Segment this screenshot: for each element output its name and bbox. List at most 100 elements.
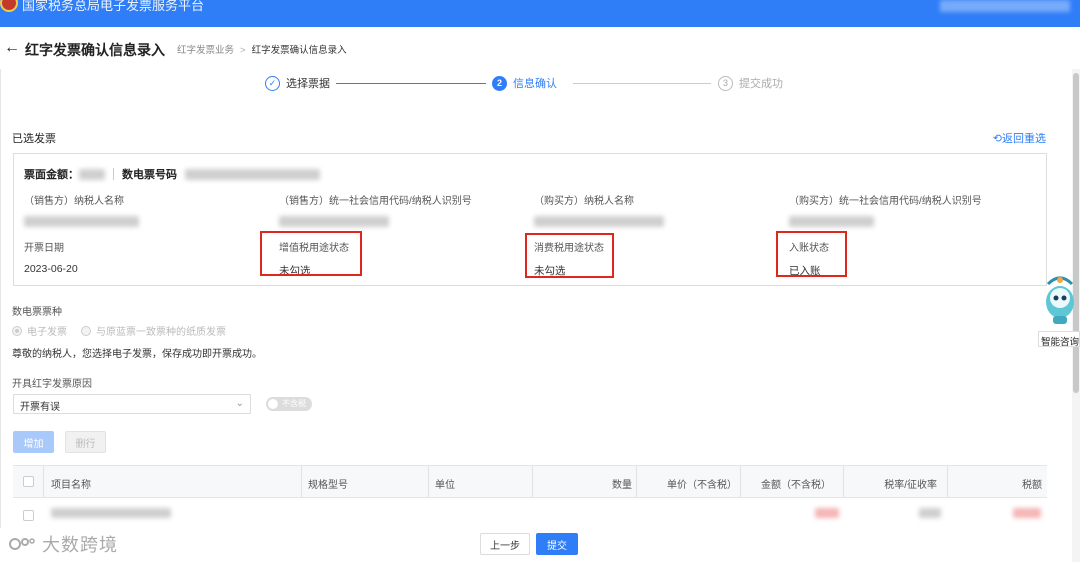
toggle-knob: [268, 399, 278, 409]
divider: [113, 168, 114, 180]
reason-select[interactable]: 开票有误 ⌄: [13, 394, 251, 414]
highlight-box: [260, 231, 362, 276]
smart-assistant-widget[interactable]: 智能咨询: [1038, 272, 1080, 352]
step-check-icon: ✓: [265, 75, 280, 91]
radio-electronic-label: 电子发票: [27, 327, 67, 338]
seller-name-field: （销售方）纳税人名称: [24, 192, 139, 230]
step-number: 2: [492, 75, 507, 91]
buyer-name-blurred: [534, 216, 664, 227]
toggle-label: 不含税: [282, 399, 306, 408]
user-info-blurred[interactable]: [940, 0, 1070, 12]
step-label: 提交成功: [739, 78, 783, 90]
col-spec: 规格型号: [308, 480, 348, 491]
invoice-info-card: 票面金额： 数电票号码 （销售方）纳税人名称 （销售方）统一社会信用代码/纳税人…: [13, 153, 1047, 286]
step-confirm-info: 2 信息确认: [492, 75, 557, 91]
table-row[interactable]: [13, 498, 1047, 528]
site-title: 国家税务总局电子发票服务平台: [22, 0, 205, 13]
breadcrumb-current: 红字发票确认信息录入: [251, 45, 347, 56]
amount-blurred: [815, 508, 839, 518]
step-connector: [573, 83, 711, 84]
col-unit-price: 单价（不含税）: [667, 480, 737, 491]
page-header: ← 红字发票确认信息录入 红字发票业务 > 红字发票确认信息录入: [0, 27, 1080, 69]
buyer-name-field: （购买方）纳税人名称: [534, 192, 664, 230]
buyer-id-field: （购买方）统一社会信用代码/纳税人识别号: [789, 192, 982, 230]
issue-date-field: 开票日期 2023-06-20: [24, 239, 78, 275]
delete-row-button[interactable]: 删行: [65, 431, 106, 453]
invoice-type-label: 数电票票种: [12, 307, 62, 318]
item-name-blurred: [51, 508, 171, 518]
col-quantity: 数量: [612, 480, 632, 491]
reason-select-value: 开票有误: [20, 402, 60, 413]
seller-id-blurred: [279, 216, 389, 227]
invoice-type-notice: 尊敬的纳税人，您选择电子发票，保存成功即开票成功。: [12, 349, 262, 360]
add-row-button[interactable]: 增加: [13, 431, 54, 453]
tax-exclusive-toggle[interactable]: 不含税: [266, 397, 312, 411]
issue-date-value: 2023-06-20: [24, 263, 78, 275]
reason-label: 开具红字发票原因: [12, 379, 92, 390]
seller-id-field: （销售方）统一社会信用代码/纳税人识别号: [279, 192, 472, 230]
col-tax-rate: 税率/征收率: [884, 480, 937, 491]
step-select-invoice: ✓ 选择票据: [265, 75, 330, 91]
items-table: 项目名称 规格型号 单位 数量 单价（不含税） 金额（不含税） 税率/征收率 税…: [13, 465, 1047, 528]
submit-button[interactable]: 提交: [536, 533, 578, 555]
breadcrumb-item[interactable]: 红字发票业务: [177, 45, 234, 56]
highlight-box: [525, 233, 614, 278]
tax-rate-blurred: [919, 508, 941, 518]
tax-amount-blurred: [1013, 508, 1041, 518]
column-divider: [43, 466, 44, 497]
buyer-name-label: （购买方）纳税人名称: [534, 196, 634, 207]
column-divider: [740, 466, 741, 497]
chevron-down-icon: ⌄: [235, 398, 244, 409]
breadcrumb: 红字发票业务 > 红字发票确认信息录入: [177, 42, 347, 56]
step-label: 信息确认: [513, 78, 557, 90]
col-amount: 金额（不含税）: [761, 480, 831, 491]
column-divider: [532, 466, 533, 497]
step-number: 3: [718, 75, 733, 91]
footer-bar: 大数跨境 上一步 提交: [0, 528, 1080, 562]
seller-name-blurred: [24, 216, 139, 227]
top-bar: 国家税务总局电子发票服务平台: [0, 0, 1080, 27]
amount-value-blurred: [79, 168, 105, 180]
main-content: ✓ 选择票据 2 信息确认 3 提交成功 已选发票 ⟲返回重选 票面金额： 数电…: [0, 69, 1058, 562]
buyer-id-blurred: [789, 216, 874, 227]
column-divider: [947, 466, 948, 497]
reselect-label: 返回重选: [1002, 133, 1046, 145]
buyer-id-label: （购买方）统一社会信用代码/纳税人识别号: [789, 196, 982, 207]
step-submit-success: 3 提交成功: [718, 75, 783, 91]
seller-id-label: （销售方）统一社会信用代码/纳税人识别号: [279, 196, 472, 207]
col-unit: 单位: [435, 480, 455, 491]
previous-step-button[interactable]: 上一步: [480, 533, 530, 555]
step-connector: [336, 83, 486, 84]
column-divider: [428, 466, 429, 497]
invoice-summary-row: 票面金额： 数电票号码: [24, 166, 320, 182]
breadcrumb-separator-icon: >: [240, 45, 246, 56]
invoice-number-label: 数电票号码: [122, 169, 177, 181]
invoice-type-radio-group: 电子发票 与原蓝票一致票种的纸质发票: [12, 323, 226, 338]
watermark-text: 大数跨境: [42, 535, 118, 555]
radio-paper-label: 与原蓝票一致票种的纸质发票: [96, 327, 226, 338]
highlight-box: [776, 231, 847, 277]
select-all-checkbox[interactable]: [23, 476, 34, 487]
radio-electronic[interactable]: [12, 325, 22, 336]
tax-bureau-logo-icon: [0, 0, 18, 12]
watermark: 大数跨境: [8, 531, 118, 557]
column-divider: [301, 466, 302, 497]
row-checkbox[interactable]: [23, 510, 34, 521]
smart-assistant-label: 智能咨询: [1038, 331, 1080, 347]
col-tax-amount: 税额: [1022, 480, 1042, 491]
issue-date-label: 开票日期: [24, 243, 64, 254]
back-arrow-icon[interactable]: ←: [4, 39, 20, 57]
step-label: 选择票据: [286, 78, 330, 90]
invoice-number-blurred: [185, 168, 320, 180]
reselect-link[interactable]: ⟲返回重选: [993, 130, 1046, 146]
watermark-logo-icon: [9, 538, 35, 550]
column-divider: [843, 466, 844, 497]
table-header: 项目名称 规格型号 单位 数量 单价（不含税） 金额（不含税） 税率/征收率 税…: [13, 465, 1047, 498]
robot-assistant-icon: [1046, 276, 1074, 324]
undo-icon: ⟲: [992, 133, 1002, 145]
column-divider: [636, 466, 637, 497]
radio-paper[interactable]: [81, 325, 91, 336]
progress-steps: ✓ 选择票据 2 信息确认 3 提交成功: [1, 69, 1059, 99]
page-title: 红字发票确认信息录入: [25, 42, 165, 58]
col-item-name: 项目名称: [51, 480, 91, 491]
